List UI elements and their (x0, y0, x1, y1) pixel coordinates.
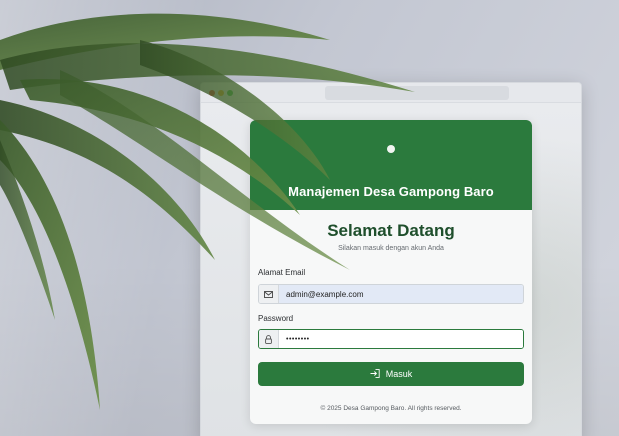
email-input-group (258, 284, 524, 304)
footer-copyright: © 2025 Desa Gampong Baro. All rights res… (320, 405, 462, 412)
password-input-group (258, 329, 524, 349)
card-header: Manajemen Desa Gampong Baro (250, 120, 532, 210)
email-label: Alamat Email (258, 268, 306, 277)
window-close-dot[interactable] (209, 90, 215, 96)
logo-dot (387, 145, 395, 153)
email-input[interactable] (279, 285, 523, 303)
window-maximize-dot[interactable] (227, 90, 233, 96)
login-card: Manajemen Desa Gampong Baro Selamat Data… (250, 120, 532, 424)
app-title: Manajemen Desa Gampong Baro (288, 184, 494, 199)
lock-icon (259, 330, 279, 348)
window-minimize-dot[interactable] (218, 90, 224, 96)
welcome-heading: Selamat Datang (327, 221, 455, 240)
login-subtitle: Silakan masuk dengan akun Anda (338, 245, 444, 252)
password-label: Password (258, 314, 294, 323)
sign-in-icon (370, 368, 380, 380)
browser-titlebar (201, 83, 581, 103)
password-input[interactable] (279, 330, 523, 348)
envelope-icon (259, 285, 279, 303)
login-button[interactable]: Masuk (258, 362, 524, 386)
address-bar[interactable] (325, 86, 509, 100)
login-button-label: Masuk (385, 369, 413, 379)
